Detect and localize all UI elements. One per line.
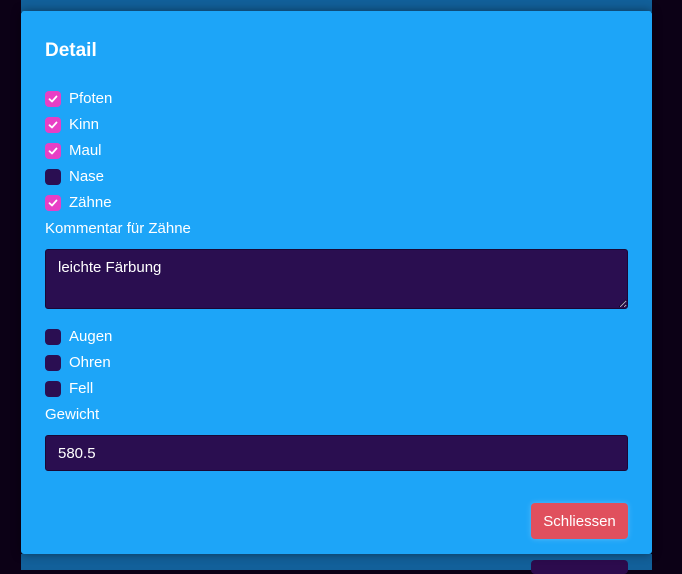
comment-label: Kommentar für Zähne — [45, 220, 191, 237]
weight-label: Gewicht — [45, 406, 100, 423]
checkbox-augen-label: Augen — [69, 328, 113, 345]
checkmark-icon — [48, 199, 58, 207]
comment-textarea[interactable]: leichte Färbung — [45, 249, 628, 309]
checkbox-maul-label: Maul — [69, 142, 102, 159]
checkbox-ohren-label: Ohren — [69, 354, 111, 371]
backdrop-button — [531, 560, 628, 574]
checkmark-icon — [48, 147, 58, 155]
checkbox-pfoten[interactable]: Pfoten — [45, 90, 112, 108]
checkbox-nase-box[interactable] — [45, 169, 61, 185]
checkbox-nase-label: Nase — [69, 168, 105, 185]
modal-title: Detail — [45, 40, 97, 61]
checkmark-icon — [48, 121, 58, 129]
checkbox-pfoten-label: Pfoten — [69, 90, 113, 107]
checkbox-kinn-box[interactable] — [45, 117, 61, 133]
checkmark-icon — [48, 95, 58, 103]
checkbox-fell-box[interactable] — [45, 381, 61, 397]
checkbox-fell-label: Fell — [69, 380, 94, 397]
checkbox-zaehne[interactable]: Zähne — [45, 194, 112, 212]
checkbox-zaehne-label: Zähne — [69, 194, 112, 211]
checkbox-nase[interactable]: Nase — [45, 168, 104, 186]
checkbox-maul[interactable]: Maul — [45, 142, 102, 160]
checkbox-ohren[interactable]: Ohren — [45, 354, 111, 372]
checkbox-zaehne-box[interactable] — [45, 195, 61, 211]
weight-input[interactable] — [45, 435, 628, 471]
checkbox-kinn[interactable]: Kinn — [45, 116, 99, 134]
checkbox-pfoten-box[interactable] — [45, 91, 61, 107]
checkbox-fell[interactable]: Fell — [45, 380, 93, 398]
detail-modal: Detail Pfoten Kinn Maul Nase Zähne Komme… — [21, 11, 652, 554]
checkbox-augen-box[interactable] — [45, 329, 61, 345]
checkbox-augen[interactable]: Augen — [45, 328, 112, 346]
checkbox-ohren-box[interactable] — [45, 355, 61, 371]
checkbox-kinn-label: Kinn — [69, 116, 100, 133]
close-button[interactable]: Schliessen — [531, 503, 628, 539]
checkbox-maul-box[interactable] — [45, 143, 61, 159]
